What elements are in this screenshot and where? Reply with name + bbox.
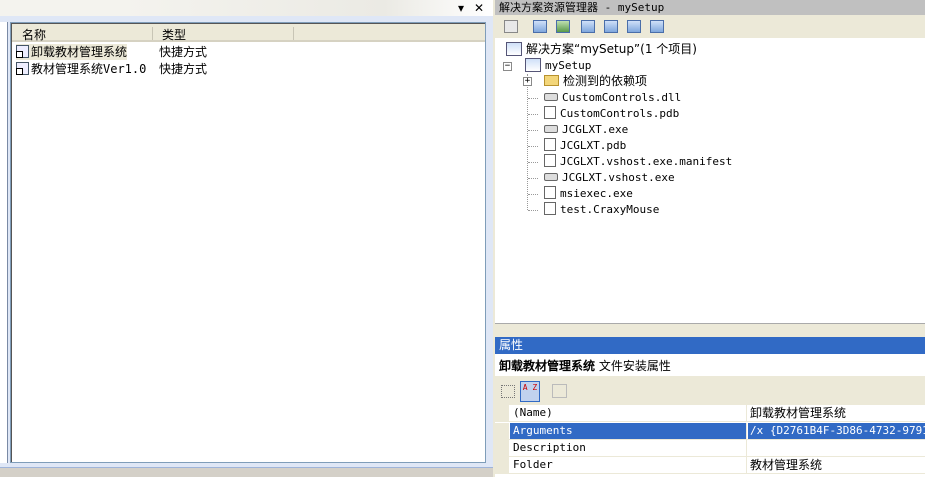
file-icon [544, 202, 556, 215]
property-row[interactable]: Folder 教材管理系统 [495, 457, 925, 474]
list-item-type: 快捷方式 [159, 45, 208, 59]
tree-file[interactable]: JCGLXT.vshost.exe.manifest [544, 154, 732, 170]
tree-file[interactable]: JCGLXT.vshost.exe [544, 170, 675, 186]
tree-dependencies[interactable]: 检测到的依赖项 [544, 73, 647, 89]
properties-toolbar: A Z [495, 378, 925, 405]
tree-file[interactable]: JCGLXT.pdb [544, 138, 626, 154]
close-icon[interactable]: ✕ [474, 1, 484, 15]
shortcut-icon [16, 45, 29, 58]
column-header-name[interactable]: 名称 [22, 26, 46, 43]
registry-editor-icon[interactable] [604, 20, 618, 33]
tree-file[interactable]: CustomControls.dll [544, 90, 681, 106]
column-header-type[interactable]: 类型 [162, 26, 186, 43]
launch-conditions-editor-icon[interactable] [650, 20, 664, 33]
right-panel: 解决方案资源管理器 - mySetup 解决方案“mySetup”(1 个项目)… [495, 0, 925, 477]
tree-file[interactable]: msiexec.exe [544, 186, 633, 202]
alphabetical-sort-icon[interactable]: A Z [520, 381, 540, 402]
dropdown-icon[interactable]: ▾ [458, 1, 464, 15]
left-panel-header: ▾ ✕ [0, 0, 493, 16]
assembly-icon [544, 173, 558, 181]
file-icon [544, 154, 556, 167]
list-header: 名称 类型 [12, 24, 485, 42]
property-row[interactable]: (Name) 卸载教材管理系统 [495, 405, 925, 422]
setup-project-icon [525, 58, 541, 72]
file-icon [544, 138, 556, 151]
object-name: 卸载教材管理系统 [499, 359, 596, 373]
left-panel-bottom [0, 468, 493, 477]
show-all-files-icon[interactable] [533, 20, 547, 33]
list-item[interactable]: 教材管理系统Ver1.0 [16, 61, 146, 77]
assembly-icon [544, 93, 558, 101]
tree-project[interactable]: mySetup [525, 58, 591, 74]
custom-actions-editor-icon[interactable] [627, 20, 641, 33]
property-row[interactable]: Arguments/x {D2761B4F-3D86-4732-9791-1 [495, 423, 925, 440]
categorized-icon[interactable] [501, 385, 515, 398]
shortcut-icon [16, 62, 29, 75]
folder-icon [544, 75, 559, 86]
file-icon [544, 106, 556, 119]
expand-icon[interactable]: + [523, 77, 532, 86]
collapse-icon[interactable]: − [503, 62, 512, 71]
tree-file[interactable]: test.CraxyMouse [544, 202, 659, 218]
property-pages-icon[interactable] [552, 384, 567, 398]
properties-object-selector[interactable]: 卸载教材管理系统 文件安装属性 [495, 354, 925, 378]
properties-icon[interactable] [504, 20, 518, 33]
tree-file[interactable]: JCGLXT.exe [544, 122, 628, 138]
assembly-icon [544, 125, 558, 133]
file-icon [544, 186, 556, 199]
tree-solution[interactable]: 解决方案“mySetup”(1 个项目) [506, 41, 697, 57]
file-system-editor-icon[interactable] [581, 20, 595, 33]
solution-explorer-title: 解决方案资源管理器 - mySetup [495, 0, 925, 15]
list-item-type: 快捷方式 [159, 62, 208, 76]
splitter[interactable] [495, 324, 925, 337]
object-type: 文件安装属性 [598, 359, 671, 373]
solution-explorer-toolbar [495, 15, 925, 38]
property-row[interactable]: Description [495, 440, 925, 457]
refresh-icon[interactable] [556, 20, 570, 33]
file-list[interactable]: 名称 类型 卸载教材管理系统 快捷方式 教材管理系统Ver1.0 快捷方式 [10, 22, 486, 463]
solution-icon [506, 42, 522, 56]
properties-title: 属性 [495, 337, 925, 354]
tree-file[interactable]: CustomControls.pdb [544, 106, 679, 122]
solution-tree[interactable]: 解决方案“mySetup”(1 个项目) − mySetup + 检测到的依赖项… [495, 38, 925, 324]
list-item[interactable]: 卸载教材管理系统 [16, 44, 128, 60]
folder-tree-pane[interactable] [0, 22, 8, 463]
property-grid: (Name) 卸载教材管理系统 Arguments/x {D2761B4F-3D8… [495, 405, 925, 477]
